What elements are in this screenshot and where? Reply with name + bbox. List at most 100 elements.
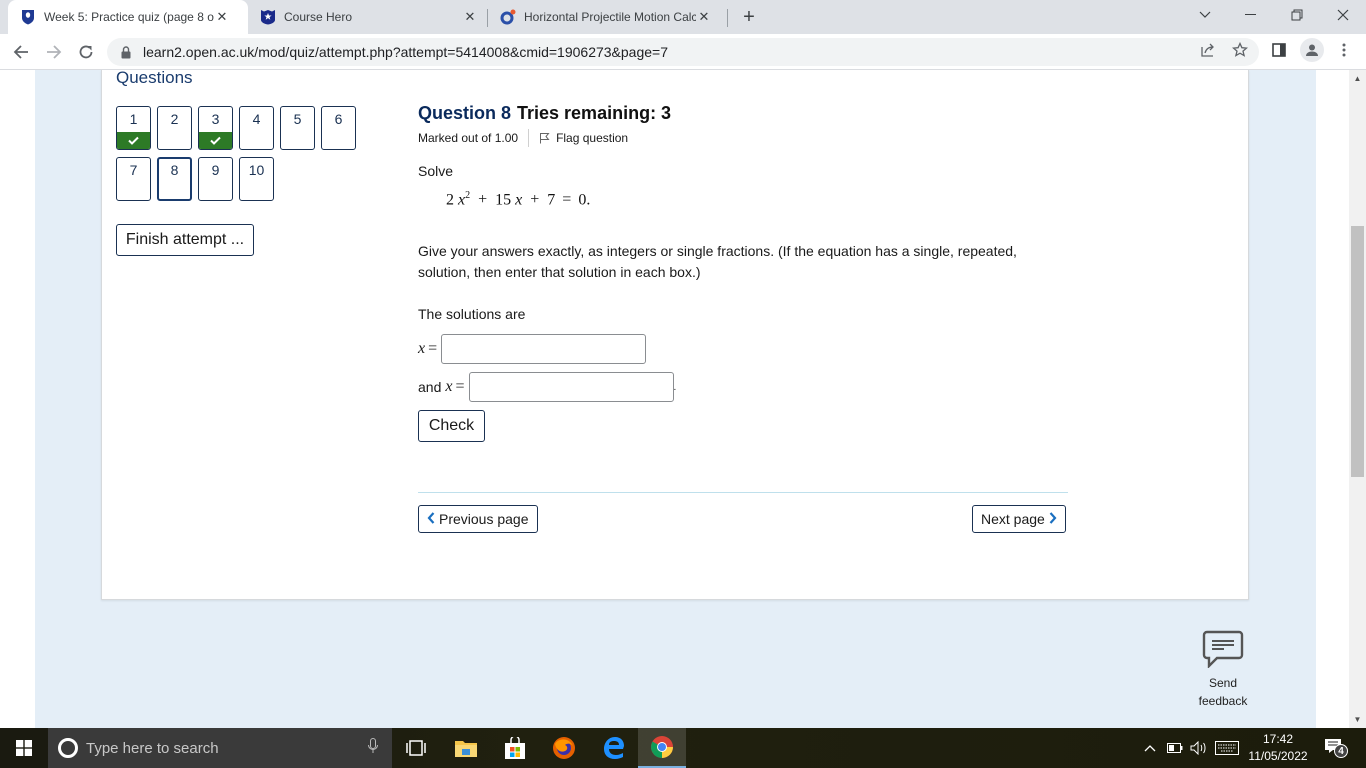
quiz-nav-button-2[interactable]: 2: [157, 106, 192, 150]
answer-var: x: [445, 378, 453, 395]
next-page-label: Next page: [981, 511, 1045, 527]
touch-keyboard-button[interactable]: [1212, 728, 1242, 768]
close-tab-icon[interactable]: ✕: [462, 9, 478, 25]
answer-row-2: and x = .: [418, 372, 676, 402]
solutions-label: The solutions are: [418, 306, 526, 322]
eq-coef-a: 2: [446, 191, 454, 209]
tab-practice-quiz[interactable]: Week 5: Practice quiz (page 8 of 10) ✕: [8, 0, 248, 34]
windows-logo-icon: [16, 740, 32, 756]
quiz-nav-button-4[interactable]: 4: [239, 106, 274, 150]
next-page-button[interactable]: Next page: [972, 505, 1066, 533]
task-view-button[interactable]: [392, 728, 440, 768]
firefox-icon: [553, 737, 575, 759]
profile-button[interactable]: [1300, 38, 1324, 62]
page-viewport: Questions 1 2 3 4 5 6 7 8 9 10 Finish attempt ...…: [0, 70, 1349, 728]
forward-button[interactable]: [40, 38, 68, 66]
reload-button[interactable]: [72, 38, 100, 66]
volume-button[interactable]: [1188, 728, 1210, 768]
clock-time: 17:42: [1262, 732, 1294, 746]
tab-title: Week 5: Practice quiz (page 8 of 10): [44, 10, 214, 24]
speech-bubble-icon: [1202, 630, 1244, 668]
quiz-navigation-title: Questions: [116, 70, 193, 87]
quiz-nav-button-3[interactable]: 3: [198, 106, 233, 150]
show-hidden-icons-button[interactable]: [1140, 728, 1160, 768]
system-clock[interactable]: 17:42 11/05/2022: [1248, 731, 1308, 765]
notification-count-badge: 4: [1334, 744, 1348, 758]
keyboard-icon: [1215, 741, 1239, 755]
file-explorer-button[interactable]: [442, 728, 490, 768]
tab-search-button[interactable]: [1182, 0, 1228, 30]
battery-button[interactable]: [1164, 728, 1186, 768]
windows-taskbar: Type here to search 17:42 11/05/2022 4: [0, 728, 1366, 768]
new-tab-button[interactable]: +: [737, 5, 761, 29]
tab-projectile-calculator[interactable]: Horizontal Projectile Motion Calculator …: [488, 0, 728, 34]
vertical-scrollbar[interactable]: ▲ ▼: [1349, 70, 1366, 728]
eq-var: x: [515, 191, 523, 209]
folder-icon: [455, 741, 477, 757]
store-icon: [505, 737, 525, 759]
quiz-nav-button-5[interactable]: 5: [280, 106, 315, 150]
question-number: Question 8: [418, 103, 512, 123]
close-tab-icon[interactable]: ✕: [214, 9, 230, 25]
quiz-nav-button-9[interactable]: 9: [198, 157, 233, 201]
share-button[interactable]: [1198, 40, 1218, 60]
quiz-nav-button-8[interactable]: 8: [157, 157, 192, 201]
quiz-nav-button-7[interactable]: 7: [116, 157, 151, 201]
avatar-icon: [1306, 44, 1318, 56]
edge-icon: [604, 737, 624, 759]
edge-button[interactable]: [590, 728, 638, 768]
send-feedback-button[interactable]: Send feedback: [1188, 630, 1258, 710]
info-separator: [528, 129, 530, 147]
action-center-button[interactable]: 4: [1318, 728, 1352, 768]
start-button[interactable]: [0, 728, 48, 768]
scrollbar-thumb[interactable]: [1351, 226, 1364, 477]
question-prompt: Solve: [418, 163, 454, 179]
chevron-right-icon: [1049, 511, 1057, 528]
quiz-nav-button-10[interactable]: 10: [239, 157, 274, 201]
answer-input-2[interactable]: [468, 372, 674, 402]
flag-question-link[interactable]: Flag question: [539, 131, 628, 145]
answer-var: x: [418, 340, 426, 357]
chrome-button[interactable]: [638, 728, 686, 768]
minimize-icon: [1245, 14, 1256, 15]
share-icon: [1201, 43, 1214, 57]
scroll-up-arrow-icon[interactable]: ▲: [1349, 70, 1366, 87]
marked-out-of: Marked out of 1.00: [418, 131, 519, 145]
answer-equals: =: [428, 340, 438, 357]
previous-page-button[interactable]: Previous page: [418, 505, 538, 533]
side-panel-button[interactable]: [1269, 40, 1289, 60]
eq-coef-b: 15: [495, 191, 512, 209]
cortana-icon: [58, 738, 78, 758]
checkmark-icon: [117, 132, 150, 149]
browser-tab-strip: Week 5: Practice quiz (page 8 of 10) ✕ C…: [0, 0, 1366, 34]
restore-button[interactable]: [1274, 0, 1320, 30]
finish-attempt-button[interactable]: Finish attempt ...: [116, 224, 254, 256]
microsoft-store-button[interactable]: [491, 728, 539, 768]
eq-constant: 7: [547, 191, 556, 209]
quiz-nav-number: 3: [211, 111, 220, 127]
firefox-button[interactable]: [540, 728, 588, 768]
tab-course-hero[interactable]: Course Hero ✕: [248, 0, 488, 34]
check-button[interactable]: Check: [418, 410, 485, 442]
checkmark-icon: [199, 132, 232, 149]
chevron-up-icon: [1144, 745, 1156, 752]
quiz-nav-number: 4: [252, 111, 261, 127]
quiz-nav-button-6[interactable]: 6: [321, 106, 356, 150]
close-tab-icon[interactable]: ✕: [696, 9, 712, 25]
close-window-button[interactable]: [1320, 0, 1366, 30]
address-bar[interactable]: learn2.open.ac.uk/mod/quiz/attempt.php?a…: [107, 38, 1259, 66]
taskbar-search-box[interactable]: Type here to search: [48, 728, 392, 768]
minimize-button[interactable]: [1228, 0, 1274, 30]
chrome-menu-button[interactable]: [1334, 40, 1354, 60]
question-header: Question 8 Tries remaining: 3: [418, 103, 671, 124]
quiz-nav-number: 2: [170, 111, 179, 127]
quiz-nav-button-1[interactable]: 1: [116, 106, 151, 150]
tab-title: Horizontal Projectile Motion Calculator: [524, 10, 696, 24]
bookmark-button[interactable]: [1230, 40, 1250, 60]
scroll-down-arrow-icon[interactable]: ▼: [1349, 711, 1366, 728]
back-button[interactable]: [7, 38, 35, 66]
flag-icon: [540, 133, 550, 144]
answer-input-1[interactable]: [441, 334, 647, 364]
answer-suffix: .: [673, 381, 677, 393]
microphone-icon[interactable]: [368, 737, 378, 759]
